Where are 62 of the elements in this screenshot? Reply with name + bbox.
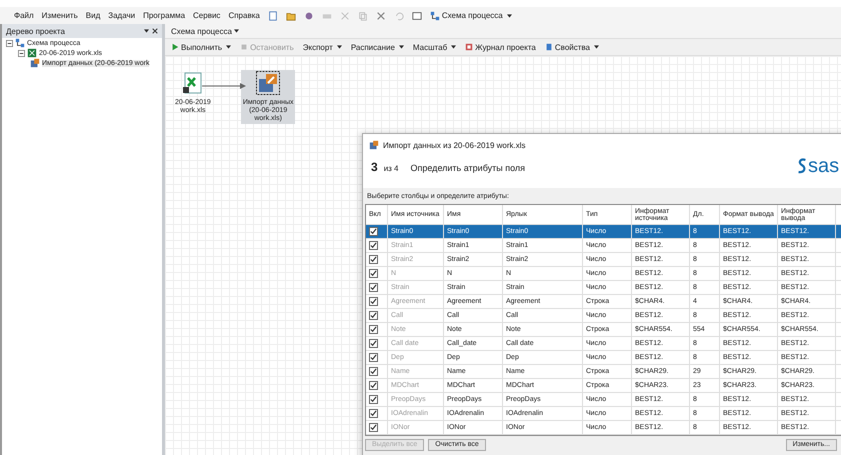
caret-icon bbox=[594, 45, 600, 49]
import-icon bbox=[30, 58, 40, 68]
panel-title: Дерево проекта bbox=[6, 26, 65, 36]
menu-item[interactable]: Справка bbox=[228, 11, 260, 20]
checkbox[interactable] bbox=[369, 423, 378, 432]
checkbox[interactable] bbox=[369, 283, 378, 292]
dialog-title: Импорт данных из 20-06-2019 work.xls bbox=[383, 140, 526, 150]
log-icon bbox=[465, 43, 474, 51]
play-icon bbox=[171, 43, 179, 51]
step-count: из 4 bbox=[384, 164, 398, 173]
caret-icon bbox=[226, 45, 232, 49]
folder-icon[interactable] bbox=[286, 10, 296, 20]
checkbox[interactable] bbox=[369, 269, 378, 278]
connector-arrow bbox=[202, 82, 246, 90]
collapse-icon[interactable] bbox=[18, 50, 25, 56]
checkbox[interactable] bbox=[369, 367, 378, 376]
flow-icon bbox=[430, 10, 440, 20]
import-icon bbox=[369, 140, 379, 150]
checkbox[interactable] bbox=[369, 227, 378, 236]
properties-icon bbox=[544, 43, 553, 51]
toolbar-button[interactable]: Журнал проекта bbox=[465, 42, 536, 52]
toolbar-button[interactable]: Расписание bbox=[350, 42, 404, 52]
stop-icon bbox=[240, 43, 248, 51]
logo-text: sas bbox=[808, 156, 840, 176]
process-flow-tab[interactable]: Схема процесса bbox=[171, 26, 239, 36]
menu-item[interactable]: Изменить bbox=[42, 11, 78, 20]
checkbox[interactable] bbox=[369, 339, 378, 348]
spreadsheet-icon bbox=[27, 48, 37, 58]
menu-item[interactable]: Программа bbox=[143, 11, 186, 20]
checkbox[interactable] bbox=[369, 353, 378, 362]
import-icon bbox=[256, 71, 280, 95]
checkbox[interactable] bbox=[369, 395, 378, 404]
caret-icon bbox=[234, 29, 239, 33]
caret-icon bbox=[506, 14, 512, 18]
caret-icon bbox=[336, 45, 342, 49]
close-icon[interactable] bbox=[152, 28, 158, 34]
menu-item[interactable]: Сервис bbox=[193, 11, 220, 20]
flow-icon bbox=[15, 38, 25, 48]
checkbox[interactable] bbox=[369, 297, 378, 306]
process-flow-button[interactable]: Схема процесса bbox=[430, 10, 512, 20]
window-icon[interactable] bbox=[412, 10, 422, 20]
toolbar-button[interactable]: Масштаб bbox=[412, 42, 456, 52]
menu-item[interactable]: Вид bbox=[86, 11, 100, 20]
step-title: Определить атрибуты поля bbox=[410, 163, 526, 173]
caret-icon[interactable] bbox=[144, 29, 149, 33]
menu-item[interactable]: Задачи bbox=[108, 11, 136, 20]
checkbox[interactable] bbox=[369, 381, 378, 390]
checkbox[interactable] bbox=[369, 409, 378, 418]
checkbox[interactable] bbox=[369, 241, 378, 250]
checkbox[interactable] bbox=[369, 255, 378, 264]
toolbar-button[interactable]: Экспорт bbox=[302, 42, 342, 52]
caret-icon bbox=[398, 45, 404, 49]
caret-icon bbox=[451, 45, 456, 49]
document-icon[interactable] bbox=[268, 10, 278, 20]
collapse-icon[interactable] bbox=[6, 40, 13, 46]
toolbar-button[interactable]: Свойства bbox=[544, 42, 600, 52]
logo-icon bbox=[796, 157, 808, 175]
menu-item[interactable]: Файл bbox=[14, 11, 34, 20]
toolbar-button[interactable]: Выполнить bbox=[171, 42, 232, 52]
step-number: 3 bbox=[371, 160, 378, 174]
checkbox[interactable] bbox=[369, 325, 378, 334]
checkbox[interactable] bbox=[369, 311, 378, 320]
